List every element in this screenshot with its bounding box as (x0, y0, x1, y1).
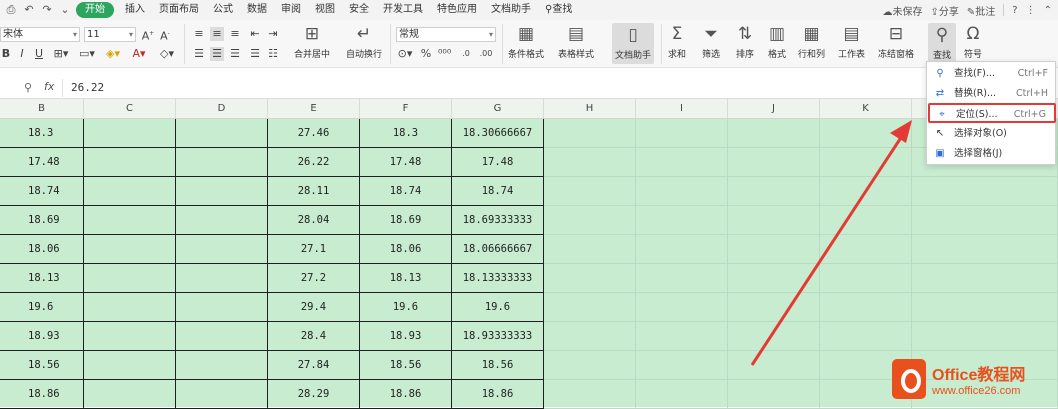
annotation-arrow-icon (750, 120, 912, 366)
watermark-url: www.office26.com (932, 385, 1021, 397)
watermark: Office教程网 www.office26.com (892, 355, 1058, 403)
watermark-brand: Office教程网 (932, 367, 1026, 384)
office-logo-icon (892, 359, 926, 399)
